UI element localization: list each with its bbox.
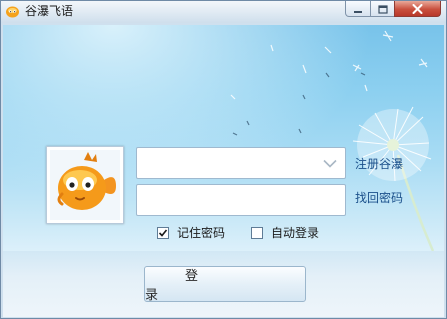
remember-password-label: 记住密码	[177, 226, 226, 240]
close-button[interactable]	[394, 1, 441, 17]
register-link[interactable]: 注册谷瀑	[355, 156, 403, 172]
login-button[interactable]: 登 录	[144, 266, 306, 303]
remember-password-option[interactable]: 记住密码	[157, 225, 225, 241]
account-input[interactable]	[141, 153, 320, 175]
maximize-button[interactable]	[370, 1, 395, 17]
auto-login-checkbox[interactable]	[251, 227, 263, 239]
login-window: 谷瀑飞语 注册谷瀑 找回密码 记住密码 自动登录 登 录	[0, 0, 447, 319]
checkmark-icon	[158, 229, 168, 237]
auto-login-option[interactable]: 自动登录	[251, 225, 319, 241]
account-combobox[interactable]	[136, 147, 346, 179]
app-logo-icon	[5, 4, 20, 19]
password-input[interactable]	[141, 190, 343, 212]
find-password-link[interactable]: 找回密码	[355, 190, 403, 206]
close-icon	[412, 1, 423, 18]
avatar[interactable]	[46, 146, 124, 224]
maximize-icon	[377, 1, 388, 18]
minimize-button[interactable]	[345, 1, 371, 17]
chevron-down-icon	[323, 159, 337, 168]
window-title: 谷瀑飞语	[25, 4, 74, 18]
minimize-icon	[353, 1, 363, 18]
remember-password-checkbox[interactable]	[157, 227, 169, 239]
auto-login-label: 自动登录	[271, 226, 320, 240]
fish-avatar-icon	[50, 150, 120, 220]
account-dropdown-button[interactable]	[316, 149, 344, 177]
password-field[interactable]	[136, 184, 346, 216]
title-bar[interactable]: 谷瀑飞语	[1, 1, 446, 23]
